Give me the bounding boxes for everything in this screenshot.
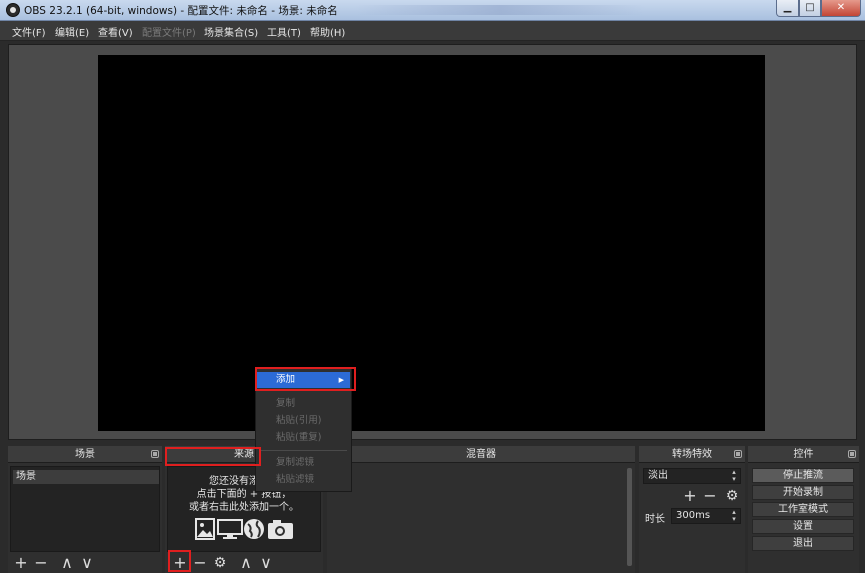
highlight-add-source-button [168, 550, 191, 572]
controls-dock: 控件 停止推流 开始录制 工作室模式 设置 退出 [748, 446, 859, 573]
title-bar-overlay [355, 5, 645, 15]
title-bar: OBS 23.2.1 (64-bit, windows) - 配置文件: 未命名… [0, 0, 865, 21]
context-menu-separator [261, 450, 347, 451]
duration-spinbox[interactable]: 300ms ▴ ▾ [671, 508, 741, 524]
minimize-button[interactable]: ▁ [776, 0, 799, 17]
camera-icon [268, 520, 293, 539]
transitions-dock-header: 转场特效 [639, 446, 745, 463]
source-type-icons [195, 518, 293, 540]
highlight-add-menu-item [255, 367, 356, 391]
globe-icon [244, 519, 264, 539]
close-button[interactable]: ✕ [821, 0, 861, 17]
scenes-dock: 场景 场景 + − ∧ ∨ [8, 446, 162, 573]
transitions-dock-title: 转场特效 [672, 449, 712, 460]
scenes-dock-title: 场景 [75, 449, 95, 460]
menu-file[interactable]: 文件(F) [12, 24, 46, 39]
maximize-button[interactable]: □ [799, 0, 821, 17]
mixer-dock-title: 混音器 [466, 449, 496, 460]
image-icon [195, 518, 215, 540]
empty-line: 或者右击此处添加一个。 [189, 502, 299, 513]
move-source-down-icon[interactable]: ∨ [257, 555, 275, 571]
menu-scene-collection[interactable]: 场景集合(S) [204, 24, 258, 39]
context-menu-paste-reference[interactable]: 粘贴(引用) [257, 413, 350, 429]
spin-arrows-icon[interactable]: ▴ ▾ [729, 509, 739, 523]
remove-scene-icon[interactable]: − [32, 555, 50, 571]
preview-area [8, 44, 857, 440]
menu-profile[interactable]: 配置文件(P) [142, 24, 196, 39]
context-menu-copy[interactable]: 复制 [257, 396, 350, 412]
source-properties-gear-icon[interactable]: ⚙ [211, 555, 229, 571]
scene-list-item[interactable]: 场景 [13, 470, 159, 484]
preview-canvas[interactable] [98, 55, 765, 431]
context-menu-paste-duplicate[interactable]: 粘贴(重复) [257, 430, 350, 446]
combo-arrows-icon: ▴ ▾ [732, 468, 736, 483]
mixer-scrollbar[interactable] [627, 468, 632, 566]
exit-button[interactable]: 退出 [752, 536, 854, 551]
highlight-sources-header [165, 447, 261, 466]
menu-view[interactable]: 查看(V) [98, 24, 133, 39]
menu-tools[interactable]: 工具(T) [267, 24, 301, 39]
add-transition-icon[interactable]: + [681, 488, 699, 504]
float-dock-icon[interactable] [151, 450, 159, 458]
window-title: OBS 23.2.1 (64-bit, windows) - 配置文件: 未命名… [24, 5, 338, 17]
mixer-dock: 混音器 [327, 446, 635, 573]
scenes-list[interactable]: 场景 [10, 466, 160, 552]
display-icon [217, 519, 243, 539]
studio-mode-button[interactable]: 工作室模式 [752, 502, 854, 517]
controls-dock-title: 控件 [793, 449, 814, 460]
stop-streaming-button[interactable]: 停止推流 [752, 468, 854, 483]
mixer-dock-header: 混音器 [327, 446, 635, 463]
scenes-dock-header: 场景 [8, 446, 162, 463]
obs-logo-icon [6, 3, 20, 17]
controls-dock-header: 控件 [748, 446, 859, 463]
transition-select-value: 淡出 [648, 470, 668, 481]
move-source-up-icon[interactable]: ∧ [237, 555, 255, 571]
menu-edit[interactable]: 编辑(E) [55, 24, 89, 39]
context-menu-copy-filters[interactable]: 复制滤镜 [257, 455, 350, 471]
start-recording-button[interactable]: 开始录制 [752, 485, 854, 500]
duration-value: 300ms [676, 510, 711, 521]
move-scene-down-icon[interactable]: ∨ [78, 555, 96, 571]
transitions-dock: 转场特效 淡出 ▴ ▾ + − ⚙ 时长 300ms ▴ ▾ [639, 446, 745, 573]
menu-help[interactable]: 帮助(H) [310, 24, 345, 39]
settings-button[interactable]: 设置 [752, 519, 854, 534]
scenes-toolbar: + − ∧ ∨ [8, 553, 162, 573]
transition-select[interactable]: 淡出 ▴ ▾ [643, 468, 741, 484]
transition-properties-gear-icon[interactable]: ⚙ [723, 488, 741, 504]
add-scene-icon[interactable]: + [12, 555, 30, 571]
context-menu-paste-filters[interactable]: 粘贴滤镜 [257, 472, 350, 488]
menu-bar: 文件(F) 编辑(E) 查看(V) 配置文件(P) 场景集合(S) 工具(T) … [0, 21, 865, 41]
move-scene-up-icon[interactable]: ∧ [58, 555, 76, 571]
float-dock-icon[interactable] [734, 450, 742, 458]
remove-transition-icon[interactable]: − [701, 488, 719, 504]
float-dock-icon[interactable] [848, 450, 856, 458]
remove-source-icon[interactable]: − [191, 555, 209, 571]
duration-label: 时长 [645, 514, 665, 525]
